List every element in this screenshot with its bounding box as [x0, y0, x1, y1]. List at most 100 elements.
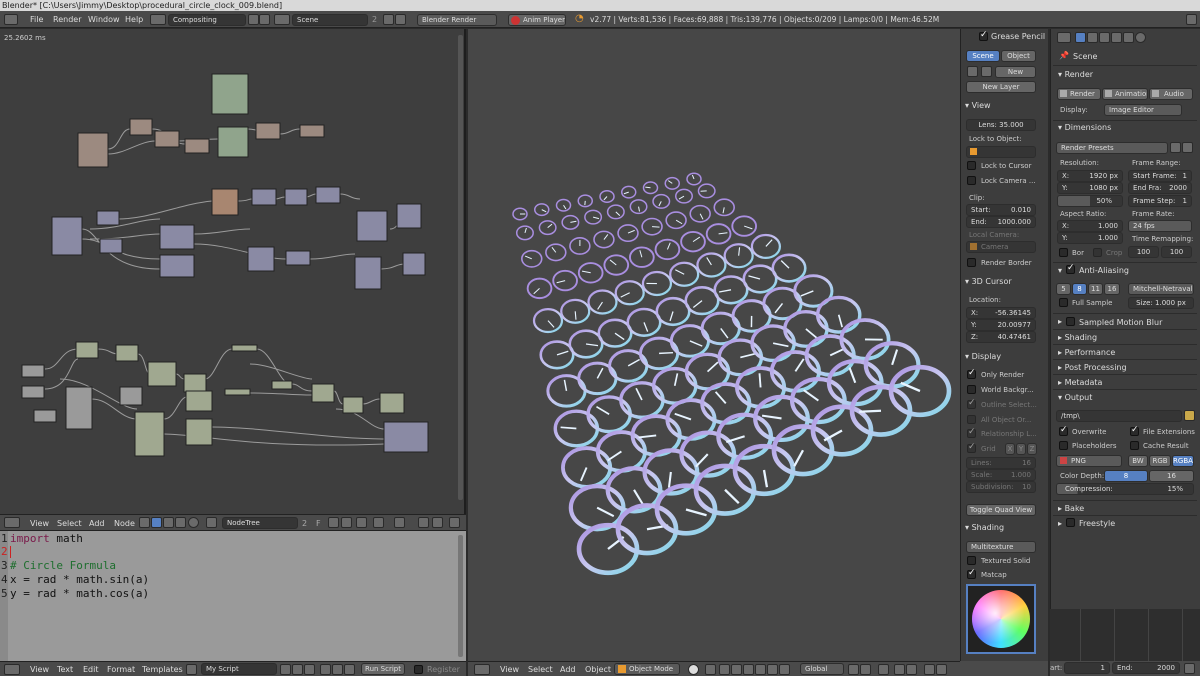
color-depth-16[interactable]: 16 — [1149, 470, 1194, 482]
view-header[interactable]: ▾ View — [965, 101, 991, 110]
clock-object[interactable] — [621, 185, 637, 199]
cache-result-checkbox[interactable] — [1130, 441, 1139, 450]
clock-object[interactable] — [629, 246, 655, 268]
frame-step-field[interactable]: Frame Step: 1 — [1128, 195, 1192, 207]
world-background-checkbox[interactable] — [967, 385, 976, 394]
anim-player-button[interactable]: Anim Player — [508, 14, 566, 26]
clock-object[interactable] — [614, 280, 645, 306]
add-scene-icon[interactable] — [383, 14, 394, 25]
text-menu-text[interactable]: Text — [57, 665, 73, 674]
time-remap-new-field[interactable]: 100 — [1161, 246, 1192, 258]
snap-target-icon[interactable] — [906, 664, 917, 675]
mode-select[interactable]: Object Mode — [614, 663, 680, 675]
viewport-type-icon[interactable] — [474, 664, 490, 675]
remove-preset-icon[interactable] — [1182, 142, 1193, 153]
resolution-y-field[interactable]: Y: 1080 px — [1057, 182, 1123, 194]
vp-menu-add[interactable]: Add — [560, 665, 576, 674]
scale-icon[interactable] — [755, 664, 766, 675]
vp-menu-select[interactable]: Select — [528, 665, 553, 674]
clock-object[interactable] — [651, 366, 698, 405]
clock-object[interactable] — [561, 214, 580, 230]
clock-object[interactable] — [705, 223, 732, 245]
gp-new-button[interactable]: New — [995, 66, 1036, 78]
shading-mode-select[interactable]: Multitexture — [966, 541, 1036, 553]
run-script-button[interactable]: Run Script — [361, 663, 405, 675]
open-text-icon[interactable] — [292, 664, 303, 675]
clock-object[interactable] — [686, 172, 702, 186]
node-tree-field[interactable]: NodeTree — [222, 517, 298, 529]
node-menu-select[interactable]: Select — [57, 519, 82, 528]
clock-object[interactable] — [586, 395, 632, 434]
frame-icon[interactable] — [1184, 663, 1195, 674]
menu-render[interactable]: Render — [53, 15, 81, 24]
new-layer-button[interactable]: New Layer — [966, 81, 1036, 93]
motion-blur-panel-header[interactable]: Sampled Motion Blur — [1079, 318, 1162, 327]
fullscreen-icon[interactable] — [1186, 14, 1197, 25]
node-tree-icon[interactable] — [206, 517, 217, 528]
border-checkbox[interactable] — [1059, 248, 1068, 257]
freestyle-panel-header[interactable]: Freestyle — [1079, 519, 1115, 528]
word-wrap-icon[interactable] — [332, 664, 343, 675]
clock-object[interactable] — [617, 224, 639, 243]
clip-start-field[interactable]: Start: 0.010 — [966, 204, 1036, 216]
clock-object[interactable] — [769, 350, 821, 393]
metadata-panel-header[interactable]: ▸ Metadata — [1058, 378, 1102, 387]
rotate-icon[interactable] — [743, 664, 754, 675]
text-menu-format[interactable]: Format — [107, 665, 135, 674]
editor-type-icon[interactable] — [4, 14, 18, 25]
script-name-field[interactable]: My Script — [201, 663, 277, 675]
pin-icon[interactable]: 📌 — [1059, 51, 1069, 60]
shading-panel-header[interactable]: ▸ Shading — [1058, 333, 1097, 342]
new-text-icon[interactable] — [280, 664, 291, 675]
aa-samples-11[interactable]: 11 — [1088, 283, 1103, 295]
clock-object[interactable] — [584, 209, 603, 225]
clock-object[interactable] — [534, 203, 550, 217]
unlink-text-icon[interactable] — [304, 664, 315, 675]
add-tree-icon[interactable] — [328, 517, 339, 528]
clock-object[interactable] — [521, 249, 543, 268]
start-frame-field[interactable]: Start Frame: 1 — [1128, 170, 1192, 182]
render-button[interactable]: Render — [1057, 88, 1101, 100]
node-scrollbar[interactable] — [458, 35, 463, 500]
opengl-anim-icon[interactable] — [936, 664, 947, 675]
clock-object[interactable] — [750, 324, 796, 363]
clock-object[interactable] — [568, 329, 604, 359]
file-extensions-checkbox[interactable] — [1130, 425, 1139, 436]
clock-object[interactable] — [626, 307, 662, 337]
file-format-select[interactable]: PNG — [1056, 455, 1122, 467]
texture-tab-icon[interactable] — [1135, 32, 1146, 43]
relationship-lines-checkbox[interactable] — [967, 427, 976, 438]
object-tab-icon[interactable] — [1123, 32, 1134, 43]
node-menu-view[interactable]: View — [30, 519, 49, 528]
clip-end-field[interactable]: End: 1000.000 — [966, 216, 1036, 228]
layout-field[interactable]: Compositing — [168, 14, 246, 26]
pencil-icon[interactable] — [967, 66, 978, 77]
aa-collapse-icon[interactable]: ▾ — [1058, 266, 1062, 275]
clock-object[interactable] — [684, 286, 720, 316]
clock-object[interactable] — [700, 382, 752, 425]
grid-x-toggle[interactable]: X — [1005, 443, 1015, 455]
clock-object[interactable] — [652, 193, 671, 209]
backdrop-icon[interactable] — [175, 517, 186, 528]
clock-object[interactable] — [555, 198, 572, 212]
grid-scale-field[interactable]: Scale: 1.000 — [966, 469, 1036, 481]
aa-samples-8[interactable]: 8 — [1072, 283, 1087, 295]
text-editor[interactable]: 1 import math 2 3 # Circle Formula 4 x =… — [0, 531, 466, 661]
layers-tab-icon[interactable] — [1087, 32, 1098, 43]
node-editor-type-icon[interactable] — [4, 517, 20, 528]
orientation-select[interactable]: Global — [800, 663, 844, 675]
clock-object[interactable] — [696, 252, 727, 278]
audio-button[interactable]: Audio — [1149, 88, 1193, 100]
display-select[interactable]: Image Editor — [1104, 104, 1182, 116]
aspect-x-field[interactable]: X: 1.000 — [1057, 220, 1123, 232]
clock-object[interactable] — [595, 430, 647, 473]
clock-object[interactable] — [750, 233, 782, 260]
grease-pencil-checkbox[interactable] — [979, 30, 988, 41]
aa-samples-5[interactable]: 5 — [1056, 283, 1071, 295]
clock-object[interactable] — [689, 204, 711, 223]
clock-object[interactable] — [675, 188, 693, 204]
use-nodes-icon[interactable] — [356, 517, 367, 528]
node-menu-node[interactable]: Node — [114, 519, 135, 528]
menu-help[interactable]: Help — [125, 15, 143, 24]
clock-object[interactable] — [552, 269, 578, 292]
